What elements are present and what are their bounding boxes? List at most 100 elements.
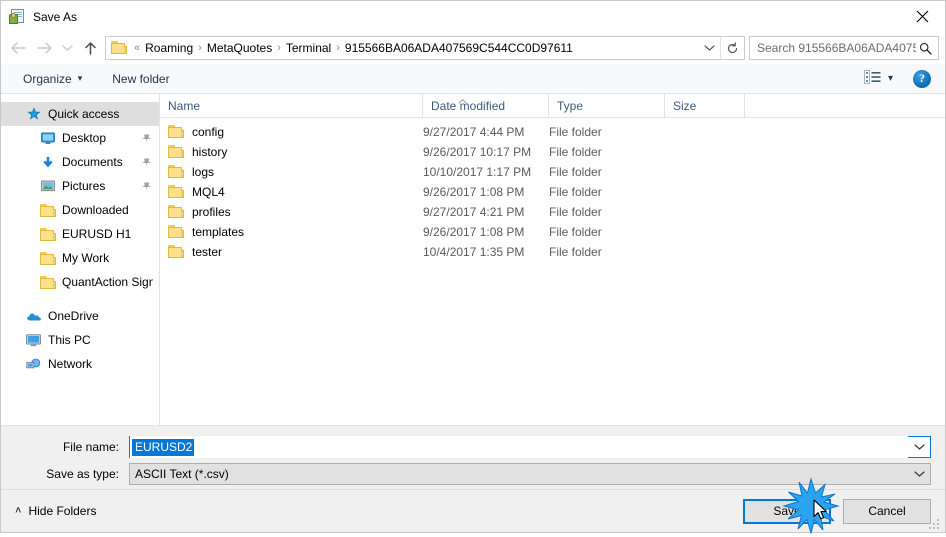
breadcrumb-item-instance[interactable]: 915566BA06ADA407569C544CC0D97611: [343, 41, 575, 55]
file-size-cell: [665, 142, 745, 162]
breadcrumb-item-terminal[interactable]: Terminal: [284, 41, 333, 55]
column-header-name[interactable]: Name: [160, 93, 423, 118]
breadcrumb-item-metaquotes[interactable]: MetaQuotes: [205, 41, 274, 55]
close-icon[interactable]: [899, 1, 945, 32]
search-input[interactable]: Search 915566BA06ADA40756...: [757, 41, 916, 55]
table-row[interactable]: history 9/26/2017 10:17 PM File folder: [160, 142, 945, 162]
view-list-icon: [863, 70, 881, 87]
breadcrumb-separator: ›: [336, 42, 340, 54]
dialog-body: Quick access Desktop Documents Pictures …: [1, 93, 945, 425]
back-icon[interactable]: [5, 35, 31, 61]
breadcrumb-separator: ›: [277, 42, 281, 54]
chevron-down-icon: ▾: [77, 73, 83, 83]
cancel-button[interactable]: Cancel: [843, 498, 931, 524]
file-name-text: config: [192, 125, 225, 139]
save-as-icon: [9, 8, 25, 25]
pin-icon[interactable]: [139, 157, 153, 168]
sidebar-item-network[interactable]: Network: [1, 352, 159, 376]
column-header-size[interactable]: Size: [665, 93, 745, 118]
help-button[interactable]: ?: [913, 69, 931, 88]
view-mode-button[interactable]: ▾: [858, 67, 899, 90]
save-as-type-chevron-down-icon[interactable]: [908, 464, 930, 484]
table-row[interactable]: tester 10/4/2017 1:35 PM File folder: [160, 242, 945, 262]
breadcrumb: « Roaming › MetaQuotes › Terminal › 9155…: [131, 41, 698, 55]
pin-icon[interactable]: [139, 133, 153, 144]
dialog-footer: ˄ Hide Folders Save Cancel: [1, 489, 945, 532]
star-pin-icon: [25, 107, 42, 121]
sidebar-item-onedrive[interactable]: OneDrive: [1, 304, 159, 328]
file-type-cell: File folder: [549, 165, 602, 179]
hide-folders-label: Hide Folders: [28, 504, 97, 518]
refresh-icon[interactable]: [720, 37, 744, 59]
file-name-cell: MQL4: [160, 182, 423, 202]
sidebar-item-documents[interactable]: Documents: [1, 150, 159, 174]
file-name-cell: templates: [160, 222, 423, 242]
sort-ascending-icon: [458, 93, 467, 107]
folder-icon: [168, 165, 184, 179]
sidebar-item-downloaded[interactable]: Downloaded: [1, 198, 159, 222]
file-size-cell: [665, 162, 745, 182]
organize-button[interactable]: Organize ▾: [15, 69, 90, 89]
table-row[interactable]: config 9/27/2017 4:44 PM File folder: [160, 122, 945, 142]
sidebar-item-pictures[interactable]: Pictures: [1, 174, 159, 198]
save-as-type-value: ASCII Text (*.csv): [135, 467, 229, 481]
file-name-chevron-down-icon[interactable]: [908, 437, 930, 457]
organize-label: Organize: [23, 71, 72, 86]
search-box[interactable]: Search 915566BA06ADA40756...: [749, 36, 939, 60]
file-name-text: logs: [192, 165, 215, 179]
sidebar-item-desktop[interactable]: Desktop: [1, 126, 159, 150]
column-header-row: Name Date modified Type Size: [160, 93, 945, 118]
new-folder-button[interactable]: New folder: [104, 69, 177, 89]
sidebar-item-quantaction-signal[interactable]: QuantAction Signal: [1, 270, 159, 294]
file-date-cell: 10/10/2017 1:17 PM: [423, 165, 532, 179]
pin-icon[interactable]: [139, 181, 153, 192]
file-name-text: profiles: [192, 205, 231, 219]
resize-grip-icon[interactable]: [929, 517, 941, 529]
file-date-cell: 9/27/2017 4:44 PM: [423, 125, 525, 139]
file-name-input[interactable]: EURUSD2: [129, 436, 931, 458]
file-size-cell: [665, 122, 745, 142]
sidebar-item-quick-access[interactable]: Quick access: [1, 102, 159, 126]
this-pc-icon: [25, 333, 42, 347]
sidebar-item-label: OneDrive: [48, 309, 99, 323]
table-row[interactable]: MQL4 9/26/2017 1:08 PM File folder: [160, 182, 945, 202]
title-bar: Save As: [1, 1, 945, 32]
file-list-pane: Name Date modified Type Size config 9/27…: [160, 93, 945, 425]
table-row[interactable]: templates 9/26/2017 1:08 PM File folder: [160, 222, 945, 242]
folder-icon: [168, 125, 184, 139]
save-as-type-select[interactable]: ASCII Text (*.csv): [129, 463, 931, 485]
sidebar-item-my-work[interactable]: My Work: [1, 246, 159, 270]
table-row[interactable]: logs 10/10/2017 1:17 PM File folder: [160, 162, 945, 182]
breadcrumb-overflow[interactable]: «: [131, 42, 143, 54]
window-title: Save As: [33, 9, 78, 24]
column-header-date-modified[interactable]: Date modified: [423, 93, 549, 118]
hide-folders-button[interactable]: ˄ Hide Folders: [15, 504, 96, 518]
file-size-cell: [665, 222, 745, 242]
documents-download-icon: [39, 156, 56, 169]
file-date-cell: 9/26/2017 10:17 PM: [423, 145, 532, 159]
file-type-cell: File folder: [549, 185, 602, 199]
table-row[interactable]: profiles 9/27/2017 4:21 PM File folder: [160, 202, 945, 222]
column-header-type[interactable]: Type: [549, 93, 665, 118]
file-type-cell: File folder: [549, 145, 602, 159]
file-name-text: templates: [192, 225, 245, 239]
address-chevron-down-icon[interactable]: [698, 44, 720, 52]
folder-icon: [168, 145, 184, 159]
network-icon: [25, 358, 42, 371]
file-date-cell: 9/26/2017 1:08 PM: [423, 185, 525, 199]
command-toolbar: Organize ▾ New folder ▾ ?: [1, 64, 945, 94]
sidebar-item-eurusd-h1[interactable]: EURUSD H1: [1, 222, 159, 246]
file-name-cell: logs: [160, 162, 423, 182]
save-button[interactable]: Save: [743, 498, 831, 524]
up-icon[interactable]: [77, 35, 103, 61]
breadcrumb-item-roaming[interactable]: Roaming: [143, 41, 195, 55]
folder-icon: [39, 227, 56, 241]
folder-icon: [39, 203, 56, 217]
navigation-bar: « Roaming › MetaQuotes › Terminal › 9155…: [1, 32, 945, 64]
address-bar[interactable]: « Roaming › MetaQuotes › Terminal › 9155…: [105, 36, 745, 60]
file-type-cell: File folder: [549, 205, 602, 219]
recent-locations-chevron-down-icon[interactable]: [57, 35, 77, 61]
forward-icon[interactable]: [31, 35, 57, 61]
sidebar-item-this-pc[interactable]: This PC: [1, 328, 159, 352]
